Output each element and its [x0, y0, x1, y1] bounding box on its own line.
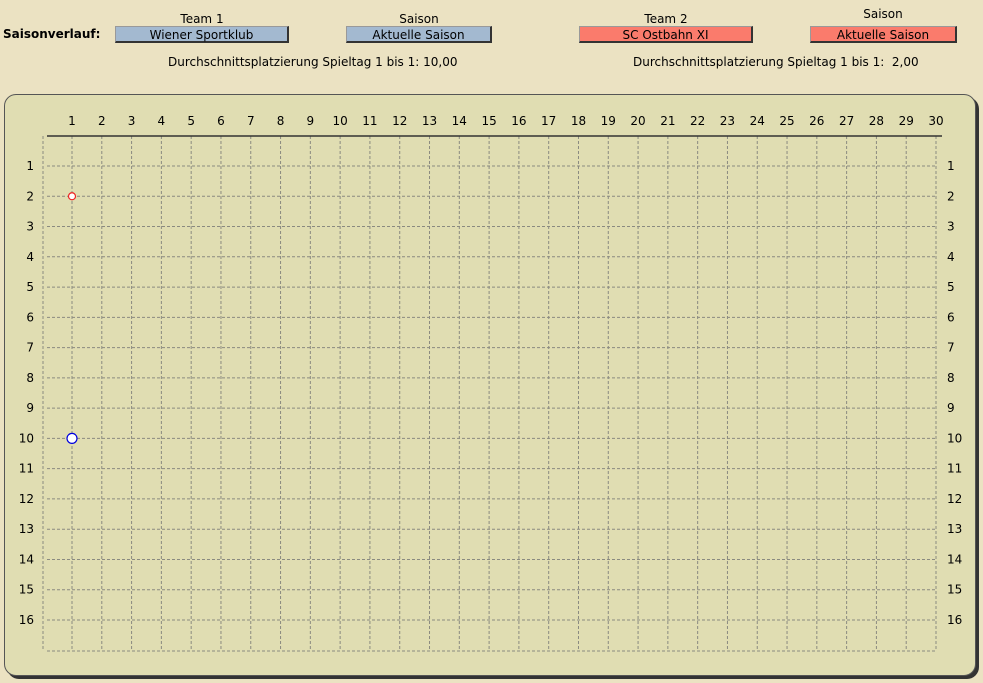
x-tick-label: 10 — [332, 114, 347, 128]
x-tick-label: 22 — [690, 114, 705, 128]
y-tick-label-right: 6 — [947, 310, 955, 324]
x-tick-label: 6 — [217, 114, 225, 128]
team2-select[interactable]: SC Ostbahn XI — [579, 26, 753, 43]
y-tick-label-right: 4 — [947, 250, 955, 264]
y-tick-label-right: 2 — [947, 189, 955, 203]
x-tick-label: 24 — [750, 114, 765, 128]
y-tick-label-right: 14 — [947, 552, 962, 566]
y-tick-label-right: 13 — [947, 522, 962, 536]
y-tick-label-right: 8 — [947, 371, 955, 385]
x-tick-label: 19 — [601, 114, 616, 128]
y-tick-label-left: 12 — [19, 492, 34, 506]
y-tick-label-right: 9 — [947, 401, 955, 415]
y-tick-label-left: 4 — [26, 250, 34, 264]
x-tick-label: 26 — [809, 114, 824, 128]
x-tick-label: 4 — [158, 114, 166, 128]
y-tick-label-right: 7 — [947, 341, 955, 355]
x-tick-label: 8 — [277, 114, 285, 128]
x-tick-label: 9 — [307, 114, 315, 128]
data-point-series-1 — [66, 432, 78, 444]
y-tick-label-left: 10 — [19, 431, 34, 445]
y-tick-label-right: 12 — [947, 492, 962, 506]
y-tick-label-left: 5 — [26, 280, 34, 294]
y-tick-label-left: 6 — [26, 310, 34, 324]
page-title: Saisonverlauf: — [3, 27, 101, 41]
x-tick-label: 29 — [899, 114, 914, 128]
y-tick-label-left: 14 — [19, 552, 34, 566]
x-tick-label: 28 — [869, 114, 884, 128]
y-tick-label-right: 11 — [947, 462, 962, 476]
team1-select[interactable]: Wiener Sportklub — [115, 26, 289, 43]
x-tick-label: 20 — [630, 114, 645, 128]
team1-average-text: Durchschnittsplatzierung Spieltag 1 bis … — [168, 55, 458, 69]
y-tick-label-left: 8 — [26, 371, 34, 385]
y-tick-label-left: 3 — [26, 220, 34, 234]
x-tick-label: 25 — [779, 114, 794, 128]
season2-select[interactable]: Aktuelle Saison — [810, 26, 957, 43]
x-tick-label: 5 — [187, 114, 195, 128]
y-tick-label-right: 5 — [947, 280, 955, 294]
x-tick-label: 13 — [422, 114, 437, 128]
y-tick-label-left: 7 — [26, 341, 34, 355]
y-tick-label-right: 10 — [947, 431, 962, 445]
chart-panel: 1 2 3 4 5 6 7 8 9 10 11 12 13 14 15 16 17 18 19 20 21 22 23 24 2… — [4, 94, 976, 676]
x-tick-label: 11 — [362, 114, 377, 128]
season1-select[interactable]: Aktuelle Saison — [346, 26, 492, 43]
team2-average-text: Durchschnittsplatzierung Spieltag 1 bis … — [633, 55, 919, 69]
y-tick-label-right: 16 — [947, 613, 962, 627]
x-tick-label: 14 — [452, 114, 467, 128]
y-tick-label-right: 3 — [947, 220, 955, 234]
season-progress-chart: 1 2 3 4 5 6 7 8 9 10 11 12 13 14 15 16 17 18 19 20 21 22 23 24 2… — [19, 114, 962, 652]
y-tick-label-right: 15 — [947, 583, 962, 597]
season1-label: Saison — [399, 12, 439, 26]
x-tick-label: 7 — [247, 114, 255, 128]
x-tick-label: 16 — [511, 114, 526, 128]
x-tick-label: 21 — [660, 114, 675, 128]
y-tick-label-left: 9 — [26, 401, 34, 415]
x-tick-label: 27 — [839, 114, 854, 128]
x-tick-label: 12 — [392, 114, 407, 128]
x-tick-label: 30 — [928, 114, 943, 128]
team1-label: Team 1 — [180, 12, 224, 26]
x-tick-label: 17 — [541, 114, 556, 128]
x-tick-label: 1 — [68, 114, 76, 128]
x-tick-label: 18 — [571, 114, 586, 128]
y-tick-label-left: 2 — [26, 189, 34, 203]
y-tick-label-left: 11 — [19, 462, 34, 476]
y-tick-label-left: 15 — [19, 583, 34, 597]
y-tick-label-left: 1 — [26, 159, 34, 173]
x-tick-label: 2 — [98, 114, 106, 128]
y-tick-label-left: 13 — [19, 522, 34, 536]
x-tick-label: 15 — [481, 114, 496, 128]
x-tick-label: 3 — [128, 114, 136, 128]
team2-label: Team 2 — [644, 12, 688, 26]
y-tick-label-left: 16 — [19, 613, 34, 627]
season2-label: Saison — [863, 7, 903, 21]
x-tick-label: 23 — [720, 114, 735, 128]
data-point-series-2 — [67, 192, 77, 201]
y-tick-label-right: 1 — [947, 159, 955, 173]
